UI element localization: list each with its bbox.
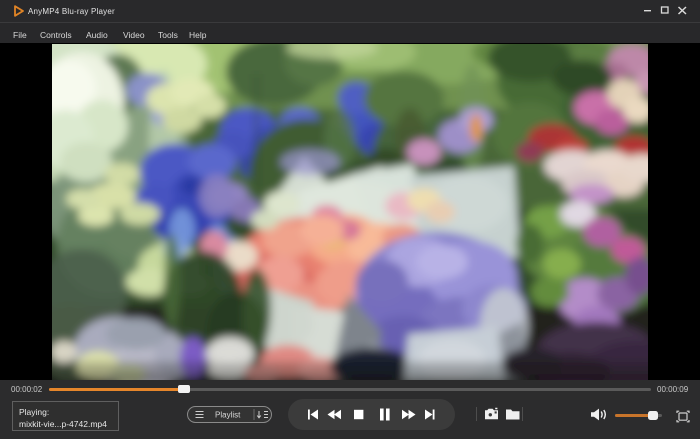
svg-text:Playlist: Playlist bbox=[215, 411, 241, 420]
